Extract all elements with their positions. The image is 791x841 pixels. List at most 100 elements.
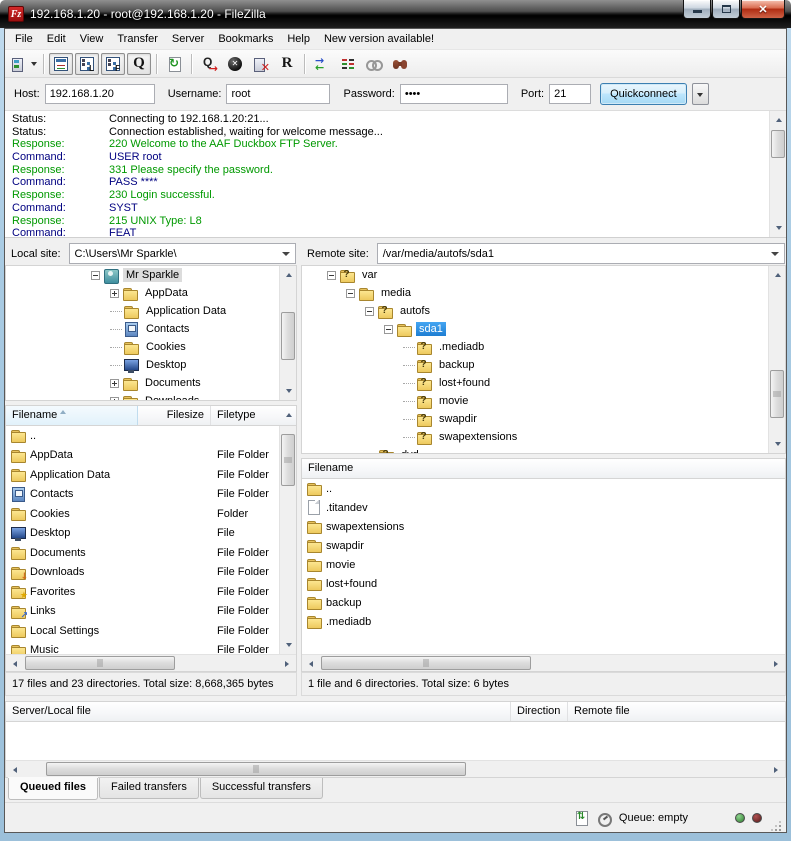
tree-item[interactable]: ?.mediadb: [302, 338, 785, 356]
column-header-filename[interactable]: Filename: [302, 459, 785, 478]
minimize-button[interactable]: [683, 0, 711, 19]
tree-item-label[interactable]: swapdir: [436, 412, 480, 426]
scroll-down-button[interactable]: [770, 220, 786, 237]
tree-item[interactable]: ↓Downloads: [6, 392, 296, 401]
compare-directories-button[interactable]: [310, 53, 334, 75]
table-row[interactable]: ↗LinksFile Folder: [6, 602, 296, 622]
column-header-filesize[interactable]: Filesize: [138, 406, 211, 425]
quickconnect-dropdown-button[interactable]: [692, 83, 709, 105]
tree-item-label[interactable]: media: [378, 286, 414, 300]
menu-item-help[interactable]: Help: [280, 30, 317, 48]
tree-item-label[interactable]: swapextensions: [436, 430, 520, 444]
tree-item[interactable]: ?var: [302, 266, 785, 284]
tree-item[interactable]: Mr Sparkle: [6, 266, 296, 284]
remote-site-combobox[interactable]: /var/media/autofs/sda1: [377, 243, 785, 264]
toggle-queue-button[interactable]: [127, 53, 151, 75]
scrollbar-thumb[interactable]: [281, 434, 295, 486]
table-row[interactable]: lost+found: [302, 574, 785, 593]
local-list-vertical-scrollbar[interactable]: [279, 426, 296, 654]
tree-item[interactable]: Documents: [6, 374, 296, 392]
directory-listing-button[interactable]: [336, 53, 360, 75]
table-row[interactable]: Application DataFile Folder: [6, 465, 296, 485]
column-header-filename[interactable]: Filename: [6, 406, 138, 425]
tree-item-label[interactable]: Desktop: [143, 358, 189, 372]
remote-tree-vertical-scrollbar[interactable]: [768, 266, 785, 453]
scrollbar-thumb[interactable]: [46, 762, 466, 776]
synchronized-browsing-button[interactable]: [362, 53, 386, 75]
tree-item[interactable]: ?swapdir: [302, 410, 785, 428]
tab-successful-transfers[interactable]: Successful transfers: [200, 778, 323, 799]
tree-item-label[interactable]: Cookies: [143, 340, 189, 354]
close-button[interactable]: ✕: [741, 0, 785, 19]
scroll-right-button[interactable]: [279, 655, 296, 672]
tab-failed-transfers[interactable]: Failed transfers: [99, 778, 199, 799]
table-row[interactable]: ContactsFile Folder: [6, 485, 296, 505]
tree-item[interactable]: AppData: [6, 284, 296, 302]
tree-item[interactable]: ?autofs: [302, 302, 785, 320]
tree-item-label[interactable]: sda1: [416, 322, 446, 336]
menu-item-transfer[interactable]: Transfer: [110, 30, 165, 48]
scrollbar-thumb[interactable]: [321, 656, 531, 670]
password-input[interactable]: [400, 84, 508, 104]
scroll-up-button[interactable]: [280, 266, 297, 283]
username-input[interactable]: [226, 84, 330, 104]
resize-grip-icon[interactable]: [769, 819, 782, 832]
table-row[interactable]: DesktopFile: [6, 524, 296, 544]
column-header-remote-file[interactable]: Remote file: [568, 702, 785, 721]
table-row[interactable]: backup: [302, 593, 785, 612]
table-row[interactable]: DocumentsFile Folder: [6, 543, 296, 563]
tree-item-label[interactable]: backup: [436, 358, 477, 372]
scroll-down-button[interactable]: [280, 637, 297, 654]
tree-item-label[interactable]: var: [359, 268, 380, 282]
scroll-left-button[interactable]: [302, 655, 319, 672]
menu-item-file[interactable]: File: [8, 30, 40, 48]
tree-item-label[interactable]: lost+found: [436, 376, 493, 390]
tree-item-label[interactable]: dvd: [398, 448, 422, 454]
tree-item-label[interactable]: Contacts: [143, 322, 192, 336]
table-row[interactable]: Local SettingsFile Folder: [6, 621, 296, 641]
menu-item-bookmarks[interactable]: Bookmarks: [211, 30, 280, 48]
menu-item-server[interactable]: Server: [165, 30, 211, 48]
tree-item[interactable]: Desktop: [6, 356, 296, 374]
menu-item-view[interactable]: View: [73, 30, 111, 48]
scroll-down-button[interactable]: [280, 383, 297, 400]
process-queue-button[interactable]: [197, 53, 221, 75]
tree-item[interactable]: sda1: [302, 320, 785, 338]
refresh-button[interactable]: [162, 53, 186, 75]
tree-item-label[interactable]: Documents: [142, 376, 204, 390]
local-list-horizontal-scrollbar[interactable]: [6, 654, 296, 671]
quickconnect-button[interactable]: Quickconnect: [600, 83, 687, 105]
table-row[interactable]: ..: [6, 426, 296, 446]
disconnect-button[interactable]: [249, 53, 273, 75]
tree-item[interactable]: ?movie: [302, 392, 785, 410]
collapse-icon[interactable]: [327, 271, 336, 280]
table-row[interactable]: MusicFile Folder: [6, 641, 296, 655]
table-row[interactable]: swapdir: [302, 536, 785, 555]
collapse-icon[interactable]: [384, 325, 393, 334]
table-row[interactable]: .titandev: [302, 498, 785, 517]
scroll-left-button[interactable]: [6, 761, 23, 778]
table-row[interactable]: movie: [302, 555, 785, 574]
host-input[interactable]: [45, 84, 155, 104]
tree-item[interactable]: Application Data: [6, 302, 296, 320]
scroll-up-button[interactable]: [280, 406, 297, 423]
scroll-right-button[interactable]: [768, 655, 785, 672]
collapse-icon[interactable]: [346, 289, 355, 298]
scroll-up-button[interactable]: [770, 111, 786, 128]
scrollbar-thumb[interactable]: [25, 656, 175, 670]
cancel-button[interactable]: [223, 53, 247, 75]
tree-item-label[interactable]: Downloads: [142, 394, 202, 401]
tree-item[interactable]: media: [302, 284, 785, 302]
table-row[interactable]: ..: [302, 479, 785, 498]
scroll-up-button[interactable]: [769, 266, 786, 283]
tree-item[interactable]: ?swapextensions: [302, 428, 785, 446]
tree-item-label[interactable]: Application Data: [143, 304, 229, 318]
table-row[interactable]: swapextensions: [302, 517, 785, 536]
tab-queued-files[interactable]: Queued files: [8, 778, 98, 800]
scroll-down-button[interactable]: [769, 436, 786, 453]
toggle-message-log-button[interactable]: [49, 53, 73, 75]
table-row[interactable]: CookiesFolder: [6, 504, 296, 524]
scroll-left-button[interactable]: [6, 655, 23, 672]
title-bar[interactable]: Fz 192.168.1.20 - root@192.168.1.20 - Fi…: [0, 0, 791, 28]
remote-list-horizontal-scrollbar[interactable]: [302, 654, 785, 671]
